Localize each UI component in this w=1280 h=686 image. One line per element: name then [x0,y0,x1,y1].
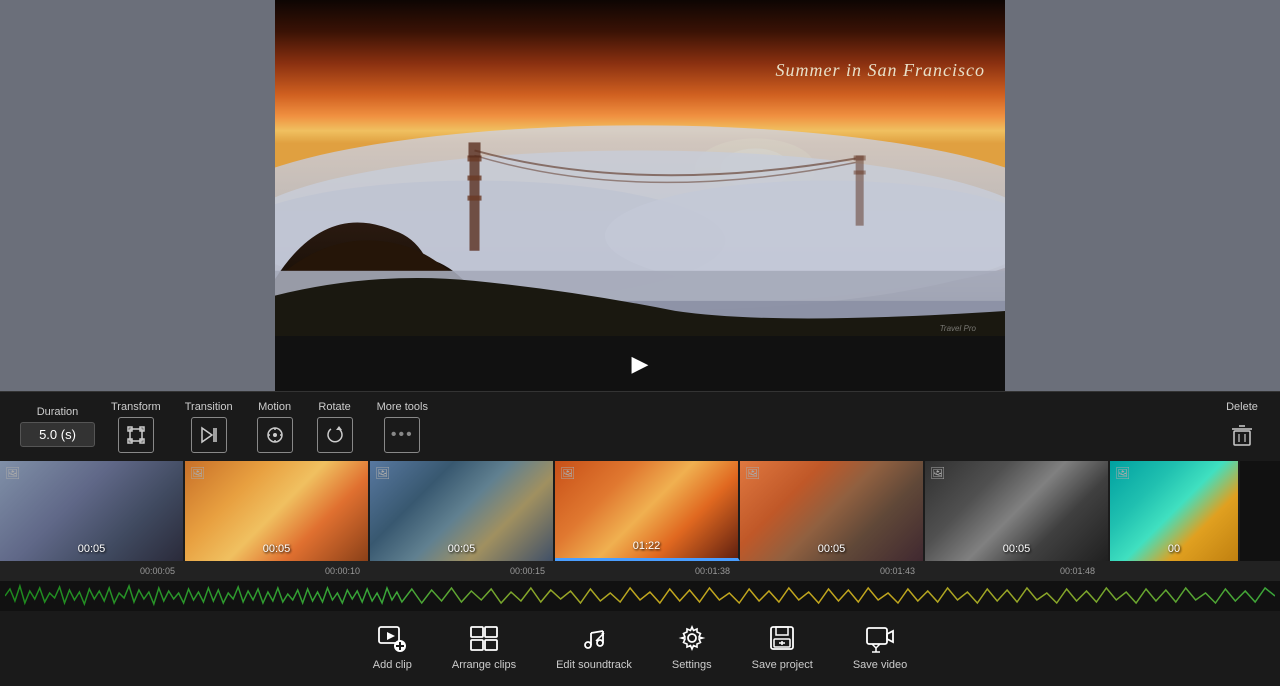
play-button[interactable]: ▶ [622,346,658,382]
ruler-marks: 00:00:05 00:00:10 00:00:15 00:01:38 00:0… [0,561,1280,581]
transform-icon-box [118,417,154,453]
transform-label: Transform [111,401,161,413]
ruler-mark: 00:00:10 [325,566,360,576]
motion-label: Motion [258,401,291,413]
transition-label: Transition [185,401,233,413]
settings-icon [676,622,708,654]
clip-item[interactable]: 🖼 00:05 [185,461,370,561]
ruler-mark: 00:01:43 [880,566,915,576]
right-panel [1005,0,1280,391]
clip-duration: 01:22 [555,540,738,552]
audio-track [0,581,1280,611]
clip-duration: 00 [1110,543,1238,555]
settings-label: Settings [672,659,712,671]
left-panel [0,0,275,391]
clip-duration: 00:05 [925,543,1108,555]
main-area: Travel Pro Summer in San Francisco ▶ [0,0,1280,391]
edit-soundtrack-button[interactable]: Edit soundtrack [556,622,632,671]
motion-icon [265,425,285,445]
clip-item[interactable]: 🖼 00:05 [0,461,185,561]
timeline-ruler: 00:00:05 00:00:10 00:00:15 00:01:38 00:0… [0,561,1280,581]
edit-toolbar: Duration Transform Transition [0,391,1280,461]
add-clip-icon [376,622,408,654]
clips-strip: 🖼 00:05 🖼 00:05 🖼 00:05 🖼 01:22 🖼 00:05 … [0,461,1280,561]
more-tools[interactable]: More tools ••• [369,397,436,457]
ruler-mark: 00:01:38 [695,566,730,576]
play-controls: ▶ [275,336,1005,391]
clip-item[interactable]: 🖼 00:05 [925,461,1110,561]
add-clip-button[interactable]: Add clip [373,622,412,671]
motion-tool[interactable]: Motion [249,397,301,457]
duration-input[interactable] [20,422,95,447]
transition-tool[interactable]: Transition [177,397,241,457]
ruler-mark: 00:00:05 [140,566,175,576]
duration-label: Duration [37,406,79,418]
rotate-label: Rotate [318,401,350,413]
delete-tool[interactable]: Delete [1224,401,1260,453]
bottom-toolbar: Add clip Arrange clips [0,606,1280,686]
ruler-mark: 00:00:15 [510,566,545,576]
soundtrack-icon [578,622,610,654]
toolbar-tools: Duration Transform Transition [20,397,436,457]
clip-item[interactable]: 🖼 00 [1110,461,1240,561]
delete-icon [1224,417,1260,453]
save-project-button[interactable]: Save project [752,622,813,671]
video-container: Travel Pro Summer in San Francisco ▶ [275,0,1005,391]
save-video-icon [864,622,896,654]
clip-image-icon: 🖼 [1115,466,1130,480]
clip-image-icon: 🖼 [560,466,575,480]
clip-image-icon: 🖼 [190,466,205,480]
transition-icon-box [191,417,227,453]
clip-item[interactable]: 🖼 01:22 [555,461,740,561]
clip-duration: 00:05 [370,543,553,555]
video-title: Summer in San Francisco [776,60,985,81]
transition-icon [199,425,219,445]
clip-duration: 00:05 [0,543,183,555]
clip-duration: 00:05 [740,543,923,555]
save-project-label: Save project [752,659,813,671]
clip-image-icon: 🖼 [745,466,760,480]
scene-svg: Travel Pro [275,0,1005,336]
timeline-area: 🖼 00:05 🖼 00:05 🖼 00:05 🖼 01:22 🖼 00:05 … [0,461,1280,606]
clip-duration: 00:05 [185,543,368,555]
arrange-clips-icon [468,622,500,654]
delete-label: Delete [1226,401,1258,413]
transform-icon [126,425,146,445]
clip-image-icon: 🖼 [5,466,20,480]
clip-image-icon: 🖼 [930,466,945,480]
more-tools-icon: ••• [384,417,420,453]
add-clip-label: Add clip [373,659,412,671]
waveform-svg [5,581,1275,611]
save-video-button[interactable]: Save video [853,622,907,671]
more-dots-icon: ••• [391,426,414,444]
rotate-tool[interactable]: Rotate [309,397,361,457]
save-video-label: Save video [853,659,907,671]
clip-item[interactable]: 🖼 00:05 [740,461,925,561]
motion-icon-box [257,417,293,453]
clip-image-icon: 🖼 [375,466,390,480]
arrange-clips-button[interactable]: Arrange clips [452,622,516,671]
transform-tool[interactable]: Transform [103,397,169,457]
edit-soundtrack-label: Edit soundtrack [556,659,632,671]
save-project-icon [766,622,798,654]
ruler-mark: 00:01:48 [1060,566,1095,576]
arrange-clips-label: Arrange clips [452,659,516,671]
video-preview: Travel Pro Summer in San Francisco [275,0,1005,336]
svg-text:Travel Pro: Travel Pro [940,324,977,333]
rotate-icon [325,425,345,445]
settings-button[interactable]: Settings [672,622,712,671]
rotate-icon-box [317,417,353,453]
duration-tool: Duration [20,406,95,447]
clip-item[interactable]: 🖼 00:05 [370,461,555,561]
more-tools-label: More tools [377,401,428,413]
